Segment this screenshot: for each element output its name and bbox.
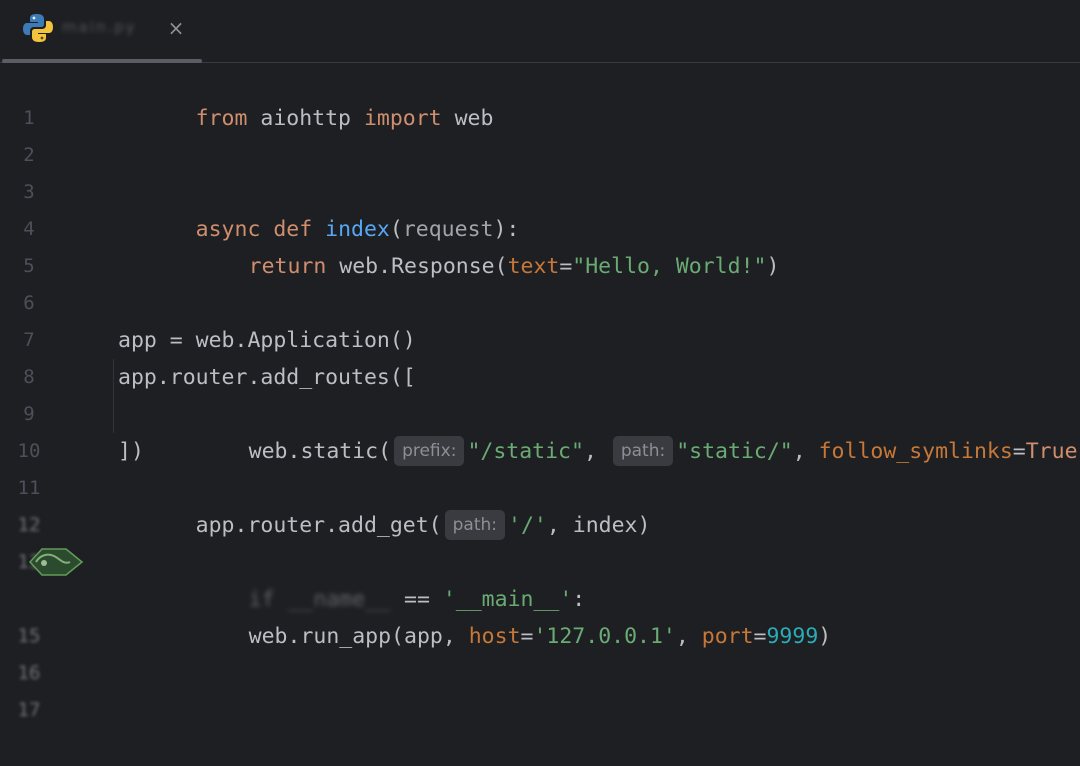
code-text: ]) <box>118 439 144 464</box>
code-line-6: 6 <box>0 248 1080 314</box>
code-line-4: 4 async def index(request): <box>0 174 1080 242</box>
code-line-10: 10 web.static(prefix: "/static", path: "st… <box>0 396 1080 466</box>
code-line-12: 12 app.router.add_get(path: '/', index) <box>0 470 1080 540</box>
code-line-5: 5 return web.Response(text="Hello, World… <box>0 211 1080 279</box>
code-line-1: 1 from aiohttp import web <box>0 63 1080 131</box>
code-line-17: 17 <box>0 655 1080 721</box>
code-line-14: if __name__ == '__main__': <box>0 544 1080 612</box>
code-line-9: 9 app.router.add_routes([ <box>0 359 1080 425</box>
code-line-11: 11 ]) <box>0 433 1080 499</box>
code-line-16: 16 <box>0 618 1080 684</box>
line-number: 17 <box>17 699 41 721</box>
close-icon[interactable]: × <box>165 15 187 41</box>
code-line-8: 8 app = web.Application() <box>0 322 1080 388</box>
code-line-7: 7 <box>0 285 1080 351</box>
code-line-3: 3 <box>0 137 1080 203</box>
python-icon <box>23 14 53 42</box>
file-tab-label: main.py <box>62 18 137 36</box>
editor-tab-bar: main.py × <box>0 0 1080 63</box>
code-editor[interactable]: 1 from aiohttp import web 2 3 4 async de… <box>0 63 1080 721</box>
code-line-13: 13 <box>0 507 1080 573</box>
code-text: app = web.Application() <box>118 328 416 353</box>
code-text: app.router.add_routes([ <box>118 365 416 390</box>
run-arrow-icon[interactable] <box>26 543 86 581</box>
code-line-2: 2 <box>0 100 1080 166</box>
file-tab[interactable]: main.py × <box>0 0 202 63</box>
code-line-15: 15 web.run_app(app, host='127.0.0.1', po… <box>0 581 1080 649</box>
